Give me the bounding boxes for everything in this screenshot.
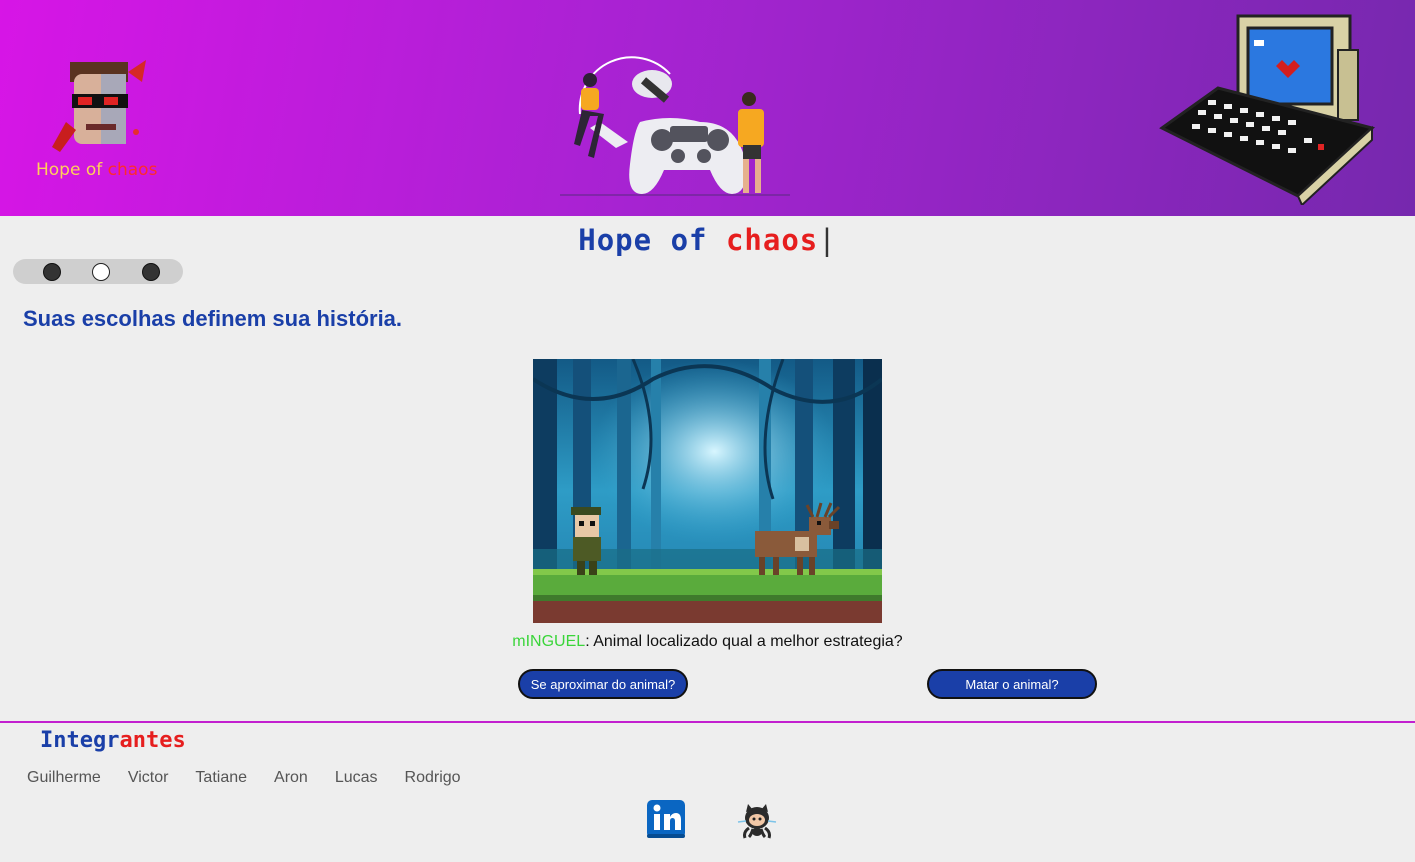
site-title: Hope of chaos| — [0, 222, 1415, 258]
github-icon[interactable] — [736, 802, 778, 842]
member-lucas[interactable]: Lucas — [335, 769, 378, 787]
linkedin-icon[interactable] — [646, 798, 686, 840]
cyborg-face-icon — [52, 60, 146, 152]
member-guilherme[interactable]: Guilherme — [27, 769, 101, 787]
story-subtitle: Suas escolhas definem sua história. — [23, 306, 403, 331]
gamers-controller-illustration — [560, 56, 790, 196]
team-title-part2: antes — [119, 728, 186, 753]
header-banner: Hope of chaos — [0, 0, 1415, 216]
team-title-part1: Integr — [40, 728, 120, 753]
forest-hunter-deer-scene — [533, 359, 882, 623]
slide-dot-2[interactable] — [92, 263, 110, 281]
slide-dot-3[interactable] — [142, 263, 160, 281]
member-rodrigo[interactable]: Rodrigo — [405, 769, 461, 787]
logo-text: Hope of chaos — [36, 160, 157, 180]
slide-dot-1[interactable] — [43, 263, 61, 281]
member-tatiane[interactable]: Tatiane — [195, 769, 247, 787]
typing-cursor: | — [818, 223, 837, 257]
logo-text-part1: Hope of — [36, 160, 103, 180]
choice-kill-button[interactable]: Matar o animal? — [927, 669, 1097, 699]
dialog-line: mINGUEL: Animal localizado qual a melhor… — [0, 633, 1415, 651]
slide-selector — [13, 259, 183, 284]
retro-computer-icon — [1159, 14, 1376, 205]
member-aron[interactable]: Aron — [274, 769, 308, 787]
dialog-speaker: mINGUEL — [512, 633, 586, 650]
logo-text-part2: chaos — [107, 160, 158, 180]
dialog-text: : Animal localizado qual a melhor estrat… — [585, 633, 903, 650]
team-members: Guilherme Victor Tatiane Aron Lucas Rodr… — [27, 769, 488, 787]
member-victor[interactable]: Victor — [128, 769, 169, 787]
team-title: Integrantes — [40, 728, 186, 753]
site-title-part1: Hope of — [578, 223, 708, 257]
site-logo[interactable]: Hope of chaos — [36, 52, 166, 187]
choice-approach-button[interactable]: Se aproximar do animal? — [518, 669, 688, 699]
footer-divider — [0, 721, 1415, 723]
site-title-part2: chaos — [725, 223, 819, 257]
